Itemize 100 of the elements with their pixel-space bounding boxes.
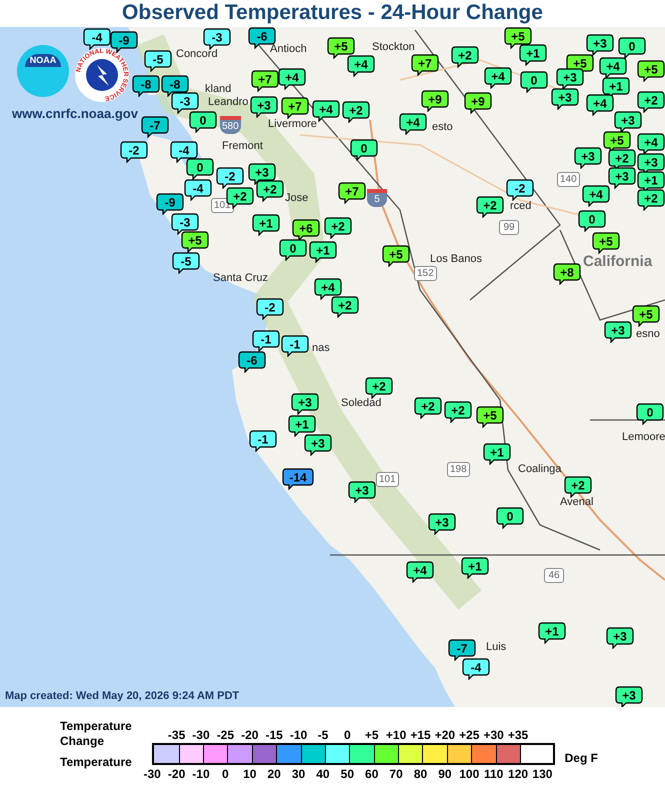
temperature-marker: -9 [156, 193, 184, 215]
temperature-marker: +7 [411, 54, 439, 76]
change-tick-label: +10 [384, 729, 408, 741]
temperature-marker: +2 [342, 101, 370, 123]
place-label: nas [312, 343, 330, 354]
place-label: Fremont [222, 141, 263, 152]
temperature-marker: 0 [279, 239, 307, 261]
temperature-marker: +4 [347, 55, 375, 77]
temperature-marker: +4 [399, 113, 427, 135]
temperature-marker: +4 [312, 100, 340, 122]
place-label: Luis [486, 642, 506, 653]
temperature-marker: -1 [252, 330, 280, 352]
change-tick-label: -15 [264, 729, 284, 741]
temperature-marker: 0 [578, 210, 606, 232]
noaa-logo-text: NOAA [24, 54, 62, 67]
temperature-marker: -2 [256, 298, 284, 320]
temperature-marker: +4 [314, 278, 342, 300]
change-tick-label: +5 [364, 729, 380, 741]
change-legend-label: Temperature Change [60, 719, 133, 749]
temperature-marker: +1 [252, 214, 280, 236]
temperature-marker: +4 [582, 185, 610, 207]
change-tick-label: +35 [506, 729, 530, 741]
place-label: kland [205, 84, 232, 95]
place-label: esno [636, 329, 660, 340]
place-label: Concord [176, 49, 218, 60]
temperature-marker: -8 [132, 75, 160, 97]
temperature-marker: +4 [278, 68, 306, 90]
temperature-marker: -4 [170, 141, 198, 163]
temperature-marker: -3 [171, 92, 199, 114]
place-label: Stockton [372, 42, 415, 53]
temperature-marker: +1 [309, 241, 337, 263]
temperature-marker: +2 [414, 397, 442, 419]
temperature-tick-label: 120 [507, 767, 530, 782]
temperature-marker: -1 [281, 335, 309, 357]
temperature-marker: +2 [365, 377, 393, 399]
temperature-marker: +2 [444, 401, 472, 423]
temperature-marker: +9 [464, 92, 492, 114]
temperature-marker: +3 [250, 96, 278, 118]
temperature-tick-label: 30 [290, 767, 306, 782]
temperature-tick-label: 50 [340, 767, 355, 782]
temperature-marker: +4 [599, 57, 627, 79]
temperature-tick-label: 10 [242, 767, 258, 782]
temperature-marker: +2 [637, 91, 665, 113]
temperature-marker: +8 [553, 263, 581, 285]
temperature-marker: -6 [238, 351, 266, 373]
temperature-marker: +4 [406, 561, 434, 583]
change-tick-label: -20 [240, 729, 260, 741]
place-label: Los Banos [430, 254, 482, 265]
temperature-marker: 0 [186, 158, 214, 180]
change-tick-label: -25 [216, 729, 236, 741]
temperature-tick-label: -30 [142, 767, 162, 782]
temperature-marker: +2 [331, 296, 359, 318]
temperature-marker: -2 [506, 179, 534, 201]
temperature-marker: -7 [141, 116, 169, 138]
temperature-legend-label: Temperature [60, 755, 133, 770]
change-tick-label: -10 [288, 729, 308, 741]
temperature-marker: -7 [448, 639, 476, 661]
temperature-marker: 0 [520, 71, 548, 93]
temperature-marker: +5 [382, 245, 410, 267]
temperature-marker: -5 [144, 50, 172, 72]
temperature-marker: -3 [203, 28, 231, 50]
temperature-marker: +3 [608, 167, 636, 189]
place-label: Soledad [341, 398, 382, 409]
change-tick-label: -30 [191, 729, 211, 741]
place-label: Santa Cruz [213, 273, 268, 284]
temperature-tick-label: -20 [166, 767, 186, 782]
temperature-marker: -1 [249, 430, 277, 452]
temperature-marker: +7 [251, 70, 279, 92]
temperature-marker: +1 [288, 415, 316, 437]
change-tick-label: +30 [482, 729, 505, 741]
map-created-text: Map created: Wed May 20, 2026 9:24 AM PDT [5, 688, 240, 704]
temperature-marker: 0 [496, 507, 524, 529]
temperature-tick-label: 130 [531, 767, 554, 782]
temperature-tick-label: 90 [437, 767, 453, 782]
temperature-marker: +1 [519, 44, 547, 66]
change-tick-label: -5 [316, 729, 330, 741]
temperature-tick-label: 20 [266, 767, 282, 782]
temperature-tick-label: 100 [458, 767, 480, 782]
temperature-marker: +3 [615, 686, 643, 707]
temperature-marker: +1 [461, 557, 489, 579]
highway-shield: 198 [447, 462, 470, 477]
temperature-marker: +9 [421, 90, 449, 112]
place-label: Leandro [208, 97, 248, 108]
temperature-marker: +1 [483, 443, 511, 465]
temperature-tick-label: 0 [221, 767, 230, 782]
temperature-marker: +4 [484, 67, 512, 89]
temperature-marker: 0 [636, 403, 664, 425]
temperature-marker: -3 [171, 213, 199, 235]
temperature-marker: +2 [564, 476, 592, 498]
temperature-marker: -2 [120, 141, 148, 163]
place-label: Livermore [268, 119, 317, 130]
temperature-marker: +2 [476, 196, 504, 218]
highway-shield: 152 [414, 266, 437, 281]
temperature-tick-label: -10 [191, 767, 211, 782]
temperature-marker: +3 [291, 393, 319, 415]
temperature-marker: +5 [632, 305, 660, 327]
temperature-marker: +3 [348, 481, 376, 503]
temperature-marker: -14 [282, 468, 314, 490]
temperature-tick-label: 110 [482, 767, 504, 782]
map-title: Observed Temperatures - 24-Hour Change [121, 0, 544, 26]
